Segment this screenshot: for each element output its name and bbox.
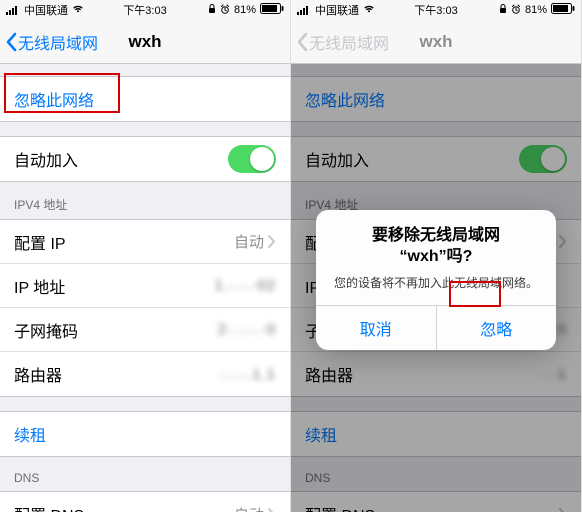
renew-lease-label: 续租: [14, 422, 46, 446]
nav-bar: 无线局域网 wxh: [0, 20, 290, 64]
dns-header: DNS: [0, 457, 290, 491]
alert-title-line2: “wxh”吗?: [400, 248, 473, 265]
configure-dns-value: 自动: [234, 504, 264, 512]
subnet-mask-label: 子网掩码: [14, 318, 78, 342]
auto-join-toggle[interactable]: [228, 145, 276, 173]
back-label: 无线局域网: [309, 30, 389, 54]
router-value: ·.·.·.1.1: [219, 366, 276, 383]
battery-label: 81%: [234, 4, 256, 16]
carrier-label: 中国联通: [24, 2, 68, 18]
alarm-icon: [511, 4, 521, 17]
alert-message: 您的设备将不再加入此无线局域网络。: [330, 274, 542, 291]
configure-ip-value: 自动: [234, 231, 264, 252]
subnet-mask-row: 子网掩码 2·.·.·.·0: [0, 308, 290, 352]
forget-network-label: 忽略此网络: [14, 87, 94, 111]
lock-icon: [208, 4, 216, 17]
router-label: 路由器: [14, 362, 62, 386]
alarm-icon: [220, 4, 230, 17]
signal-icon: [297, 5, 311, 15]
settings-content: 忽略此网络 自动加入 IPV4 地址 配置 IP 自动 IP 地址 1.·.·.…: [0, 76, 290, 512]
ip-address-row: IP 地址 1.·.·.·02: [0, 264, 290, 308]
chevron-right-icon: [268, 235, 276, 248]
back-button[interactable]: 无线局域网: [0, 30, 98, 54]
chevron-right-icon: [268, 508, 276, 512]
auto-join-row[interactable]: 自动加入: [0, 137, 290, 181]
wifi-icon: [363, 4, 375, 16]
back-button: 无线局域网: [291, 30, 389, 54]
ip-address-value: 1.·.·.·02: [214, 277, 276, 294]
router-row: 路由器 ·.·.·.1.1: [0, 352, 290, 396]
signal-icon: [6, 5, 20, 15]
forget-network-alert: 要移除无线局域网 “wxh”吗? 您的设备将不再加入此无线局域网络。 取消 忽略: [316, 210, 556, 350]
renew-lease-row[interactable]: 续租: [0, 412, 290, 456]
back-label: 无线局域网: [18, 30, 98, 54]
configure-ip-row[interactable]: 配置 IP 自动: [0, 220, 290, 264]
ip-address-label: IP 地址: [14, 274, 65, 298]
screenshot-left: 中国联通 下午3:03 81% 无线局域网 wxh 忽略此网络: [0, 0, 291, 512]
nav-bar: 无线局域网 wxh: [291, 20, 581, 64]
forget-network-row[interactable]: 忽略此网络: [0, 77, 290, 121]
battery-icon: [260, 3, 284, 17]
alert-cancel-button[interactable]: 取消: [316, 306, 436, 350]
battery-label: 81%: [525, 4, 547, 16]
configure-dns-label: 配置 DNS: [14, 502, 84, 512]
configure-ip-label: 配置 IP: [14, 230, 66, 254]
status-bar: 中国联通 下午3:03 81%: [0, 0, 290, 20]
alert-confirm-button[interactable]: 忽略: [436, 306, 557, 350]
chevron-left-icon: [297, 32, 309, 52]
status-bar: 中国联通 下午3:03 81%: [291, 0, 581, 20]
lock-icon: [499, 4, 507, 17]
subnet-mask-value: 2·.·.·.·0: [218, 321, 276, 338]
chevron-left-icon: [6, 32, 18, 52]
carrier-label: 中国联通: [315, 2, 359, 18]
auto-join-label: 自动加入: [14, 147, 78, 171]
configure-dns-row[interactable]: 配置 DNS 自动: [0, 492, 290, 512]
screenshot-right: 中国联通 下午3:03 81% 无线局域网 wxh 忽略此网络 自动加入: [291, 0, 582, 512]
ipv4-header: IPV4 地址: [0, 182, 290, 219]
alert-title-line1: 要移除无线局域网: [372, 227, 500, 244]
wifi-icon: [72, 4, 84, 16]
battery-icon: [551, 3, 575, 17]
